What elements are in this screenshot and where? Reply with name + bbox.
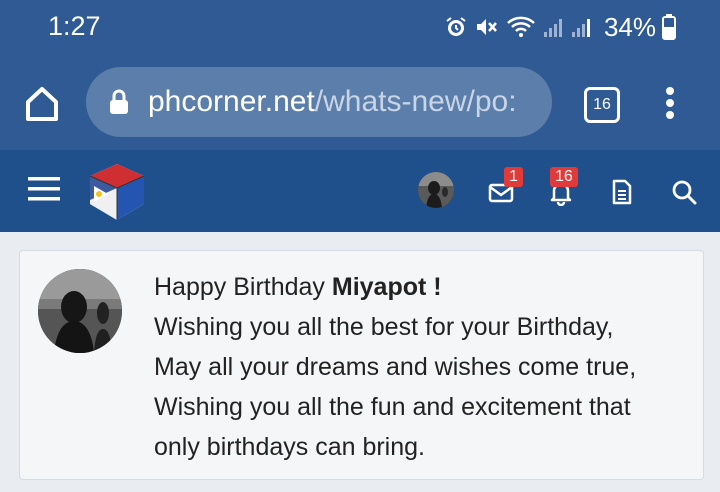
browser-toolbar: phcorner.net/whats-new/po: 16 (0, 54, 720, 150)
mute-icon (476, 19, 497, 35)
status-bar: 1:27 34% (0, 0, 720, 54)
user-avatar[interactable] (418, 172, 454, 208)
poster-avatar[interactable] (38, 269, 122, 353)
address-bar[interactable]: phcorner.net/whats-new/po: (86, 67, 552, 137)
whats-new-document-icon[interactable] (608, 178, 636, 206)
status-time: 1:27 (48, 11, 101, 41)
battery-percentage: 34% (603, 11, 656, 42)
greeting-line: Happy Birthday Miyapot ! (154, 267, 694, 307)
lock-icon (110, 89, 128, 114)
avatar-photo-icon (418, 172, 454, 208)
hamburger-menu-icon[interactable] (28, 173, 60, 205)
search-icon[interactable] (670, 178, 698, 206)
alarm-icon (446, 17, 466, 36)
url-path: /whats-new/po: (314, 85, 517, 118)
home-icon[interactable] (22, 84, 62, 124)
site-header: 1 16 (0, 150, 720, 232)
message-line: only birthdays can bring. (154, 433, 425, 461)
tab-switcher-button[interactable]: 16 (584, 87, 620, 123)
message-line: Wishing you all the fun and excitement t… (154, 393, 631, 421)
alerts-badge: 16 (550, 167, 578, 187)
url-domain: phcorner.net (148, 85, 315, 118)
signal-icon-2 (571, 19, 590, 37)
url-text: phcorner.net/whats-new/po: (148, 85, 517, 119)
signal-icon-1 (543, 19, 562, 37)
post-card: Happy Birthday Miyapot ! Wishing you all… (19, 250, 704, 480)
inbox-badge: 1 (504, 167, 523, 187)
greeting-prefix: Happy Birthday (154, 273, 332, 301)
more-options-icon[interactable] (664, 86, 676, 120)
site-logo[interactable] (88, 162, 146, 222)
post-message: Happy Birthday Miyapot ! Wishing you all… (154, 267, 694, 467)
battery-icon (662, 14, 676, 40)
status-icons: 34% (444, 11, 676, 43)
wifi-icon (507, 16, 535, 37)
avatar-photo-icon (38, 269, 122, 353)
message-line: May all your dreams and wishes come true… (154, 353, 637, 381)
message-line: Wishing you all the best for your Birthd… (154, 313, 614, 341)
birthday-name[interactable]: Miyapot ! (332, 273, 442, 301)
